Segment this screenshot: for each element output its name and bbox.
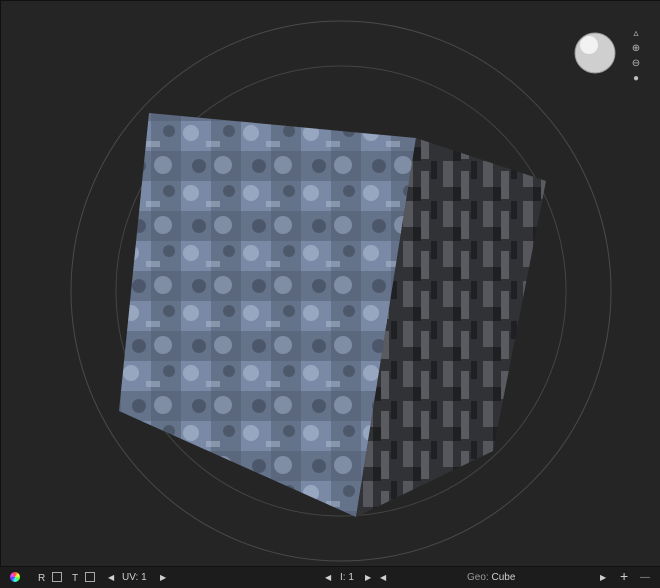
frame-next-button[interactable]: ▶ [365,572,371,584]
r-checkbox[interactable] [52,572,63,582]
3d-viewport[interactable]: ▵ ⊕ ⊖ ● [0,0,660,566]
frame-label: I: 1 [340,572,354,583]
uv-label: UV: 1 [122,572,147,583]
dot-icon[interactable]: ● [630,72,642,84]
t-checkbox[interactable] [84,572,95,582]
r-label: R [38,573,46,584]
geo-label: Geo: [467,572,489,583]
color-wheel-icon[interactable] [10,572,20,584]
uv-next-button[interactable]: ▶ [160,572,166,584]
material-preview-sphere[interactable] [574,32,616,74]
frame-back-button[interactable]: ◀ [380,572,386,584]
cube-mesh[interactable] [119,113,546,517]
uv-prev-button[interactable]: ◀ [108,572,114,584]
geo-value: Cube [491,572,516,583]
frame-prev-button[interactable]: ◀ [325,572,331,584]
up-arrow-icon[interactable]: ▵ [630,27,642,39]
zoom-out-icon[interactable]: ⊖ [630,57,642,69]
t-toggle[interactable]: T [72,572,95,584]
t-label: T [72,573,78,584]
status-bar: R T ◀ UV: 1 ▶ ◀ I: 1 ▶ ◀ Geo: Cube ▶ + — [0,566,660,588]
zoom-in-icon[interactable]: ⊕ [630,42,642,54]
remove-button[interactable]: — [640,572,650,584]
geo-next-button[interactable]: ▶ [600,572,606,584]
add-button[interactable]: + [620,569,628,583]
viewport-canvas[interactable] [1,1,660,567]
r-toggle[interactable]: R [38,572,63,584]
